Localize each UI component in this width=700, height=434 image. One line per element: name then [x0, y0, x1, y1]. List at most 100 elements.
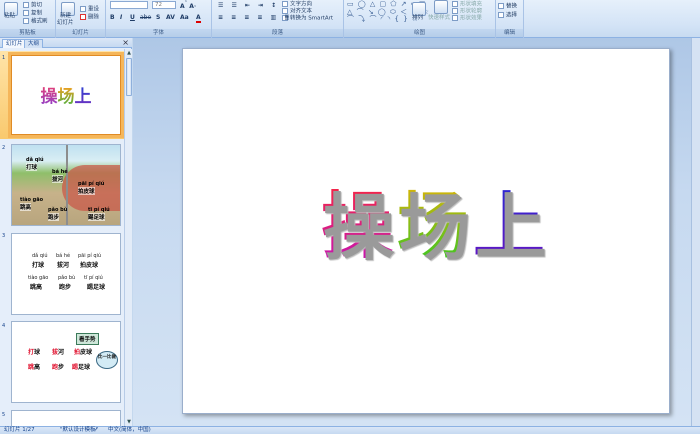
select-label: 选择: [506, 12, 518, 19]
new-slide-button-line2[interactable]: 幻灯片: [57, 20, 74, 27]
slide-title[interactable]: 操 场 上: [321, 167, 547, 272]
title-char-2: 场: [397, 167, 471, 272]
fill-icon: [452, 1, 458, 7]
t4-item-1: 打球: [28, 347, 40, 356]
t4-item-2: 拔河: [52, 347, 64, 356]
align-buttons[interactable]: ≡ ≡ ≡ ≡ ▥ ≣: [218, 14, 292, 21]
t3-pinyin-3: pāi pí qiú: [78, 253, 102, 259]
page-fold: [66, 145, 68, 225]
change-case-button[interactable]: Aa: [180, 14, 189, 21]
clipboard-group: 粘贴 剪切 复制 格式刷 剪贴板: [0, 0, 56, 38]
arrange-icon[interactable]: [412, 2, 426, 16]
t2-word-1: 打球: [26, 163, 38, 171]
t4-item-4-rest: 高: [34, 364, 41, 371]
reset-label: 重设: [88, 6, 100, 13]
tab-outline[interactable]: 大纲: [24, 39, 44, 48]
t3-pinyin-6: tī pí qiú: [84, 275, 103, 281]
paragraph-group: ☰ ☰ ⇤ ⇥ ↕ 文字方向 对齐文本 转换为 SmartArt ≡ ≡ ≡ ≡…: [212, 0, 344, 38]
font-name-box[interactable]: [110, 1, 148, 9]
language-indicator: 中文(简体，中国): [108, 427, 151, 433]
arrange-button[interactable]: 排列: [412, 15, 423, 22]
t4-item-1-rest: 球: [34, 349, 41, 356]
t4-item-6: 踢足球: [72, 362, 90, 371]
title-char-1: 操: [321, 167, 395, 272]
t4-item-5-rest: 步: [58, 364, 65, 371]
grow-font-button[interactable]: Aˆ Aˇ: [180, 1, 196, 12]
spellcheck-icon[interactable]: ✓: [94, 427, 99, 434]
drawing-group-label: 绘图: [344, 29, 495, 37]
close-icon[interactable]: ×: [122, 38, 129, 47]
copy-button[interactable]: 复制: [23, 10, 42, 18]
slide-thumbnail-5[interactable]: [11, 410, 121, 426]
slides-group-label: 幻灯片: [56, 29, 105, 37]
cut-button[interactable]: 剪切: [23, 2, 42, 10]
t2-word-4: 跳高: [20, 203, 32, 211]
shape-effects-label: 形状效果: [460, 15, 483, 22]
t2-word-5: 跑步: [48, 213, 60, 221]
theme-name: "默认设计模板": [60, 427, 99, 433]
replace-button[interactable]: 替换: [498, 3, 517, 11]
t3-pinyin-2: bá hé: [56, 253, 71, 259]
shapes-gallery-row3[interactable]: ⌒ ⤵ ⌒ ◜ ◝ { } ☆: [347, 14, 419, 24]
select-button[interactable]: 选择: [498, 12, 517, 20]
thumbnail-list: 1 操场上 2 dǎ qiú 打球 bá hé 拔河 pāi pí qiú 拍皮…: [0, 49, 124, 426]
delete-slide-button[interactable]: 删除: [80, 14, 99, 22]
font-group: 72 Aˆ Aˇ B I U abe S AV Aa A 字体: [106, 0, 212, 38]
thumb1-title: 操场上: [12, 82, 120, 107]
delete-label: 删除: [88, 14, 100, 21]
t3-pinyin-5: pǎo bù: [58, 275, 76, 281]
reset-button[interactable]: 重设: [80, 6, 99, 14]
scroll-up-icon[interactable]: ▲: [125, 49, 133, 57]
scrollbar-thumb[interactable]: [126, 58, 132, 96]
replace-label: 替换: [506, 3, 518, 10]
thumb1-char-3: 上: [74, 87, 92, 107]
quick-styles-button[interactable]: 快速样式: [428, 15, 450, 22]
outline-icon: [452, 8, 458, 14]
shape-outline-label: 形状轮廓: [460, 8, 483, 15]
scroll-down-icon[interactable]: ▼: [125, 418, 133, 426]
brush-icon: [23, 18, 29, 24]
slide-number-5: 5: [2, 412, 6, 418]
thumb1-char-1: 操: [40, 87, 58, 107]
slide-thumbnail-1[interactable]: 操场上: [8, 52, 124, 138]
font-size-box[interactable]: 72: [152, 1, 176, 9]
text-direction-icon: [282, 1, 288, 7]
main-scrollbar[interactable]: [691, 38, 700, 426]
paste-button[interactable]: 粘贴: [4, 13, 15, 20]
status-bar: 幻灯片 1/27 "默认设计模板" ✓ 中文(简体，中国): [0, 426, 700, 434]
thumbnail-scrollbar[interactable]: ▲ ▼: [124, 49, 132, 426]
t4-item-6-rest: 足球: [78, 364, 91, 371]
effects-icon: [452, 15, 458, 21]
drawing-group: ▭ ◯ △ ▢ ⬠ ↗ ⤷ ▦ △ ⌒ ↘ ◯ ⬭ ＜ ＞ ☆ ⌒ ⤵ ⌒ ◜ …: [344, 0, 496, 38]
current-slide[interactable]: 操 场 上: [182, 48, 670, 414]
shadow-button[interactable]: S: [156, 14, 160, 21]
bullets-button[interactable]: ☰ ☰ ⇤ ⇥ ↕: [218, 2, 279, 9]
quick-styles-icon[interactable]: [434, 0, 448, 14]
tab-slides[interactable]: 幻灯片: [2, 39, 27, 48]
t3-word-5: 跑步: [59, 284, 72, 291]
format-painter-button[interactable]: 格式刷: [23, 18, 48, 26]
slide-thumbnail-3[interactable]: dǎ qiú 打球 bá hé 拔河 pāi pí qiú 拍皮球 tiào g…: [11, 233, 121, 315]
slide-number-2: 2: [2, 145, 6, 151]
format-painter-label: 格式刷: [31, 18, 48, 25]
slide-editing-area: 操 场 上: [133, 38, 700, 426]
t2-word-3: 拍皮球: [78, 187, 95, 195]
editing-group: 替换 选择 编辑: [496, 0, 524, 38]
t3-word-4: 跳高: [30, 284, 43, 291]
t3-word-2: 拔河: [57, 262, 70, 269]
underline-button[interactable]: U: [130, 14, 135, 21]
italic-button[interactable]: I: [120, 14, 122, 21]
title-char-3: 上: [473, 167, 547, 272]
char-spacing-button[interactable]: AV: [166, 14, 175, 21]
strikethrough-button[interactable]: abe: [140, 14, 151, 21]
shape-effects-button[interactable]: 形状效果: [452, 15, 482, 23]
clipboard-group-label: 剪贴板: [0, 29, 55, 37]
font-color-button[interactable]: A: [196, 14, 201, 23]
new-slide-button[interactable]: 新建: [60, 13, 71, 20]
bold-button[interactable]: B: [110, 14, 115, 21]
slide-thumbnail-4[interactable]: 看手势 比一比做 打球 拔河 拍皮球 跳高 跑步 踢足球: [11, 321, 121, 403]
slide-number-3: 3: [2, 233, 6, 239]
slide-number-1: 1: [2, 55, 6, 61]
slide-thumbnail-2[interactable]: dǎ qiú 打球 bá hé 拔河 pāi pí qiú 拍皮球 tiào g…: [11, 144, 121, 226]
t4-item-5: 跑步: [52, 362, 64, 371]
